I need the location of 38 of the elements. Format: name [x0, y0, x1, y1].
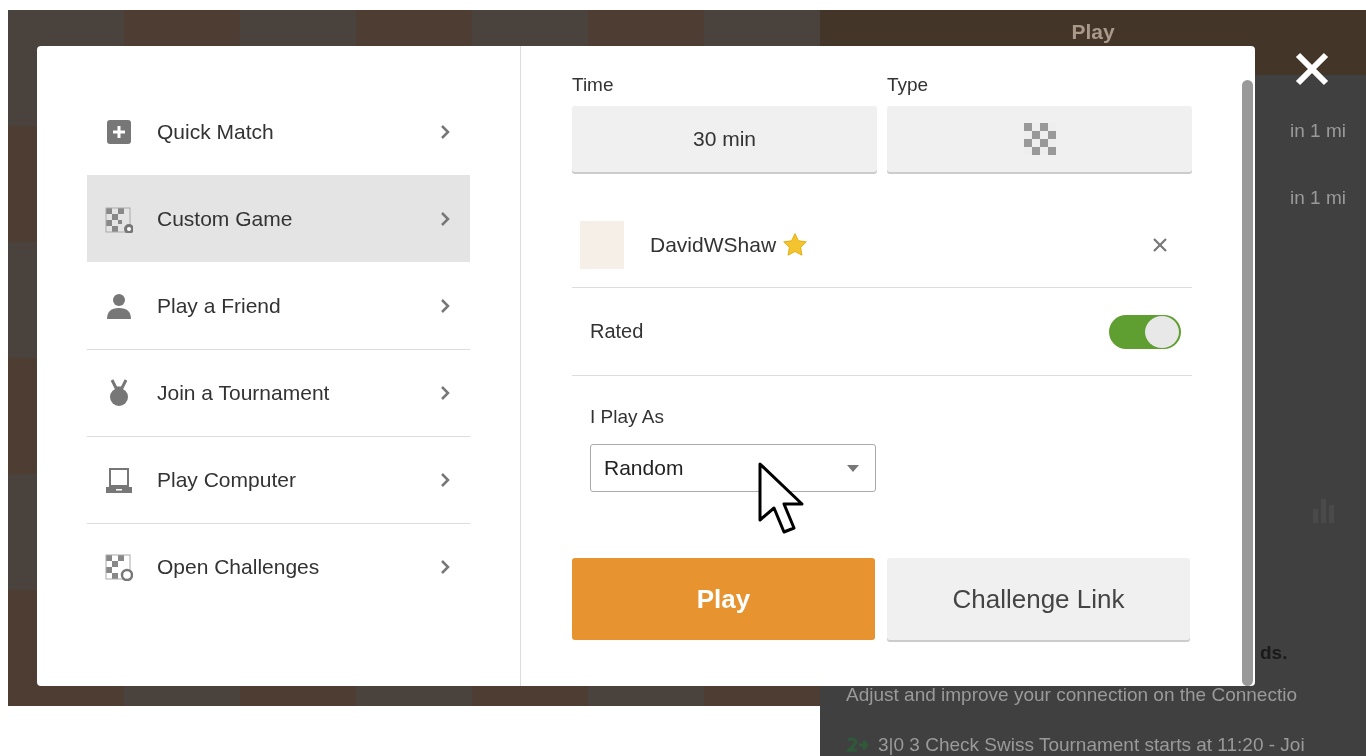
- scrollbar[interactable]: [1242, 80, 1253, 686]
- rated-label: Rated: [590, 320, 644, 343]
- checkerboard-icon: [1023, 123, 1056, 155]
- close-button[interactable]: [1294, 52, 1330, 86]
- time-button[interactable]: 30 min: [572, 106, 877, 172]
- notice-text: Adjust and improve your connection on the Connectio: [846, 684, 1297, 706]
- challenge-link-button[interactable]: Challenge Link: [887, 558, 1190, 640]
- close-icon: [1152, 237, 1168, 253]
- chevron-icon: [440, 210, 450, 227]
- chevron-icon: [440, 472, 450, 488]
- opponent-name: DavidWShaw: [650, 233, 777, 257]
- close-icon: [1294, 52, 1330, 86]
- chevron-icon: [440, 385, 450, 401]
- rated-toggle[interactable]: [1109, 314, 1181, 349]
- field-label: Time: [572, 74, 615, 97]
- type-button[interactable]: [887, 106, 1192, 172]
- chevron-icon: [440, 559, 450, 575]
- laptop-icon: [105, 466, 133, 494]
- chevron-icon: [440, 297, 450, 314]
- field-label: Type: [887, 74, 930, 97]
- caret-icon: [847, 464, 859, 472]
- field-label: I Play As: [590, 406, 665, 428]
- menu-item[interactable]: Join a Tournament: [87, 349, 470, 436]
- side-header-title[interactable]: Play: [1071, 21, 1115, 43]
- menu-item[interactable]: Play a Friend: [87, 262, 470, 349]
- menu-item[interactable]: Custom Game: [87, 175, 470, 262]
- event-text: 3|0 3 Check Swiss Tournament starts at 11:20 - Joi: [878, 734, 1305, 756]
- plus-icon: [105, 117, 133, 146]
- play-as-dropdown[interactable]: Random: [590, 444, 876, 492]
- chevron-icon: [440, 123, 450, 140]
- menu-item[interactable]: Open Challenges: [87, 523, 470, 610]
- tournament-icon: [846, 737, 868, 753]
- menu-item[interactable]: Quick Match: [87, 88, 470, 175]
- board-gear-icon: [105, 204, 133, 233]
- list-text: in 1 mi: [1290, 187, 1346, 209]
- menu-item[interactable]: Play Computer: [87, 436, 470, 523]
- person-icon: [105, 291, 133, 320]
- list-text: in 1 mi: [1290, 120, 1346, 142]
